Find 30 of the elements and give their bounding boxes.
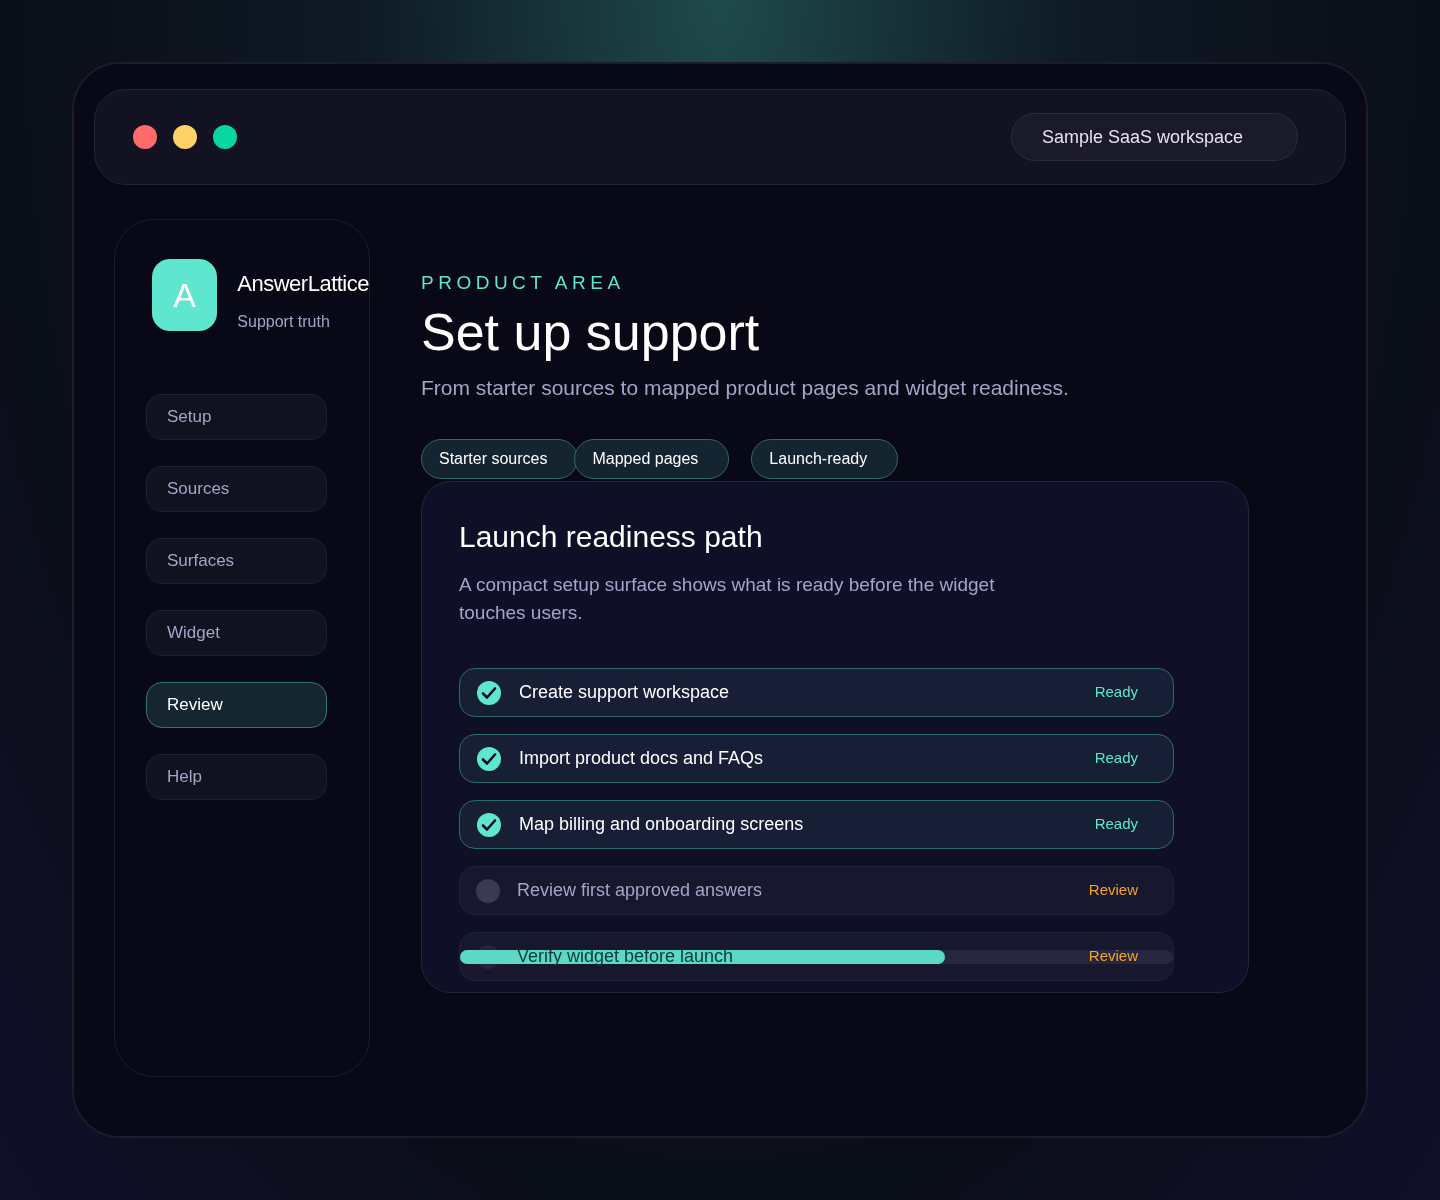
page-subtitle: From starter sources to mapped product pages and widget readiness.	[421, 374, 1070, 401]
eyebrow-label: PRODUCT AREA	[421, 271, 626, 295]
nav-item[interactable]: Widget	[146, 610, 327, 656]
card-description: A compact setup surface shows what is ready before the widget touches users.	[459, 573, 996, 625]
status-label: Review	[1088, 880, 1138, 901]
brand-name: AnswerLattice	[237, 270, 369, 298]
step-label: Map billing and onboarding screens	[519, 813, 804, 836]
brand-tagline: Support truth	[237, 312, 331, 332]
status-label: Review	[1088, 946, 1138, 967]
status-label: Ready	[1094, 814, 1138, 835]
brand-logo: A	[152, 259, 218, 331]
status-label: Ready	[1094, 682, 1138, 703]
step-label: Import product docs and FAQs	[519, 747, 764, 770]
check-circle-icon	[476, 745, 502, 772]
check-circle-icon	[476, 811, 502, 838]
workspace-pill[interactable]: Sample SaaS workspace	[1011, 113, 1298, 161]
step-label: Create support workspace	[519, 681, 730, 704]
step-label: Review first approved answers	[517, 879, 763, 902]
nav-item[interactable]: Surfaces	[146, 538, 327, 584]
check-circle-icon	[476, 679, 502, 706]
nav-item[interactable]: Review	[146, 682, 327, 728]
nav-item[interactable]: Setup	[146, 394, 327, 440]
nav-item[interactable]: Sources	[146, 466, 327, 512]
nav-item[interactable]: Help	[146, 754, 327, 800]
filter-chip[interactable]: Launch-ready	[751, 439, 899, 479]
filter-chip[interactable]: Mapped pages	[574, 439, 730, 479]
card-title: Launch readiness path	[459, 519, 764, 555]
status-label: Ready	[1094, 748, 1138, 769]
page-title: Set up support	[421, 301, 761, 362]
step-label: Verify widget before launch	[517, 945, 734, 968]
